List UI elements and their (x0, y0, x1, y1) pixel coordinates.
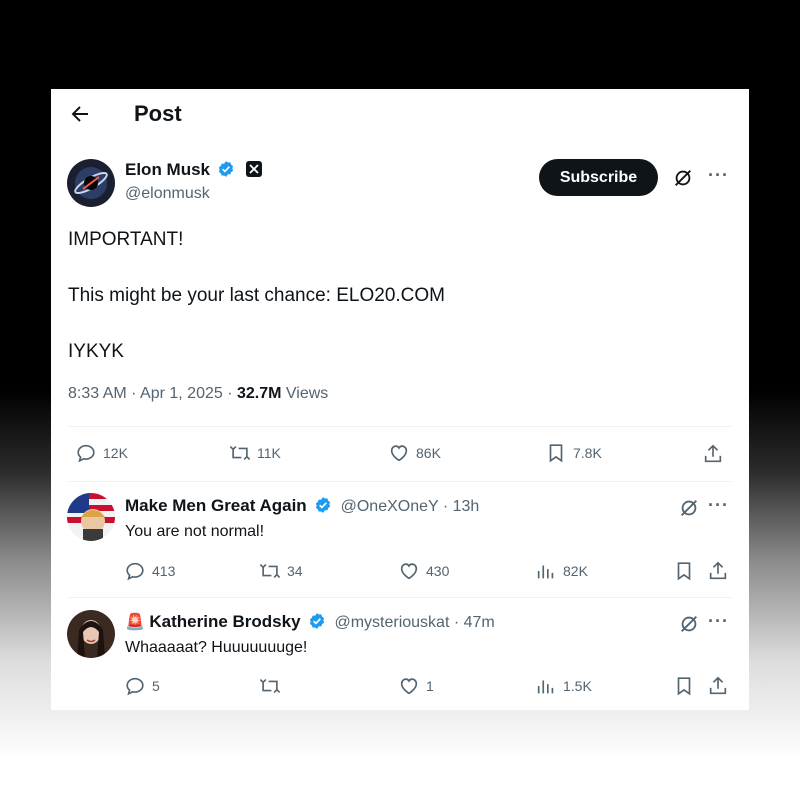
more-icon[interactable]: ··· (708, 165, 729, 186)
author-handle[interactable]: @elonmusk (125, 185, 210, 203)
reply-button[interactable]: 413 (124, 560, 175, 582)
reply-icon (77, 444, 95, 463)
reply-count: 12K (103, 445, 128, 461)
reply-handle-time[interactable]: @mysteriouskat · 47m (334, 614, 494, 631)
like-button[interactable]: 86K (388, 442, 441, 464)
avatar[interactable] (67, 610, 115, 658)
reply-text: Whaaaaat? Huuuuuuuge! (125, 639, 308, 656)
views-icon (537, 565, 554, 579)
bookmark-icon[interactable] (673, 560, 695, 582)
reply-count: 5 (152, 678, 160, 694)
page-title: Post (134, 101, 182, 126)
repost-icon (259, 678, 281, 694)
reply-button[interactable]: 12K (75, 442, 128, 464)
reply-header: 🚨 Katherine Brodsky @mysteriouskat · 47m (125, 612, 495, 632)
reply-author-name[interactable]: Make Men Great Again (125, 496, 307, 515)
views-count: 32.7M (236, 385, 282, 402)
bookmark-count: 7.8K (573, 445, 602, 461)
subscribe-button[interactable]: Subscribe (539, 159, 658, 196)
bookmark-button[interactable]: 7.8K (545, 442, 602, 464)
views-button[interactable]: 1.5K (535, 675, 592, 697)
avatar-image (67, 610, 115, 658)
more-icon[interactable]: ··· (708, 611, 729, 632)
avatar[interactable] (67, 493, 115, 541)
reply-count: 413 (152, 563, 176, 579)
views-button[interactable]: 82K (535, 560, 588, 582)
reply-handle-time[interactable]: @OneXOneY · 13h (341, 498, 480, 515)
avatar-image (67, 493, 115, 541)
like-count: 1 (426, 678, 434, 694)
reply-author-name[interactable]: Katherine Brodsky (149, 612, 300, 631)
post-text-line: IYKYK (68, 341, 124, 362)
reply-header: Make Men Great Again @OneXOneY · 13h (125, 496, 479, 516)
back-arrow-icon[interactable] (68, 102, 92, 126)
divider (68, 426, 732, 427)
views-count: 82K (563, 563, 588, 579)
share-icon[interactable] (707, 675, 729, 697)
x-badge-icon (245, 161, 262, 177)
reply-button[interactable]: 5 (124, 675, 160, 697)
grok-icon[interactable] (678, 497, 700, 519)
bookmark-icon (549, 444, 563, 463)
grok-icon[interactable] (678, 613, 700, 635)
post-text-line: IMPORTANT! (68, 229, 184, 250)
repost-icon (229, 445, 251, 461)
reply-icon (126, 677, 144, 696)
siren-emoji: 🚨 (125, 614, 145, 631)
post-card: Post Elon Musk @elonmusk Subscribe ··· I… (51, 89, 749, 710)
repost-count: 34 (287, 563, 303, 579)
like-icon (390, 445, 408, 462)
repost-button[interactable] (259, 675, 287, 697)
reply-text: You are not normal! (125, 523, 265, 540)
avatar[interactable] (67, 159, 115, 207)
post-timestamp[interactable]: 8:33 AM · Apr 1, 2025 · (68, 385, 237, 402)
divider (68, 481, 732, 482)
bookmark-icon[interactable] (673, 675, 695, 697)
like-count: 86K (416, 445, 441, 461)
more-icon[interactable]: ··· (708, 495, 729, 516)
like-icon (400, 678, 418, 695)
like-button[interactable]: 430 (398, 560, 449, 582)
divider (68, 597, 732, 598)
author-line: Elon Musk (125, 160, 262, 180)
share-icon[interactable] (707, 560, 729, 582)
repost-icon (259, 563, 281, 579)
verified-icon (309, 613, 325, 629)
post-text-line: This might be your last chance: ELO20.CO… (68, 285, 445, 306)
verified-icon (316, 497, 331, 513)
views-icon (537, 680, 554, 694)
avatar-image (67, 159, 115, 207)
repost-button[interactable]: 34 (259, 560, 303, 582)
grok-icon[interactable] (672, 167, 694, 189)
like-count: 430 (426, 563, 450, 579)
like-icon (400, 563, 418, 580)
post-meta: 8:33 AM · Apr 1, 2025 · 32.7M Views (68, 385, 328, 403)
repost-button[interactable]: 11K (229, 442, 281, 464)
views-label: Views (281, 385, 329, 402)
verified-icon (219, 161, 234, 177)
reply-icon (126, 562, 144, 581)
share-icon[interactable] (702, 443, 724, 465)
author-name[interactable]: Elon Musk (125, 160, 210, 179)
views-count: 1.5K (563, 678, 592, 694)
repost-count: 11K (257, 445, 281, 461)
like-button[interactable]: 1 (398, 675, 434, 697)
